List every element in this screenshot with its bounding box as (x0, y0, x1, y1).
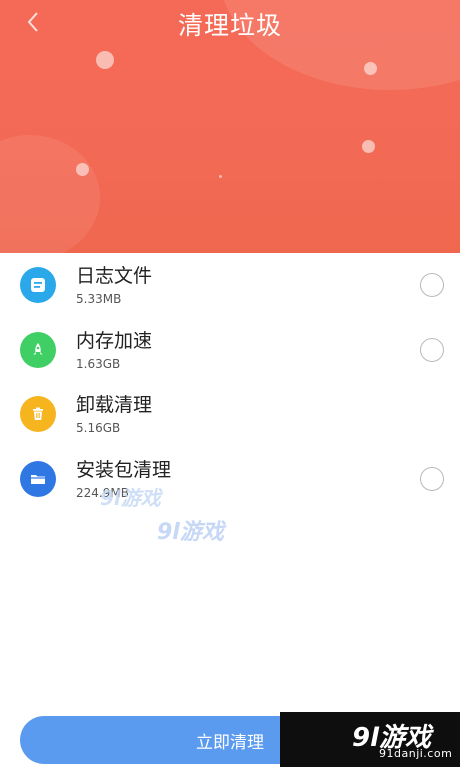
item-name: 安装包清理 (76, 458, 172, 481)
decorative-dot (96, 51, 114, 69)
watermark: 9l游戏 (100, 486, 161, 510)
watermark-logo-url: 91danji.com (379, 747, 453, 760)
header-banner: 清理垃圾 (0, 0, 460, 253)
item-size: 1.63GB (76, 356, 121, 371)
document-icon (20, 267, 56, 303)
decorative-dot (362, 140, 375, 153)
list-item-uninstall-cleanup[interactable]: 卸载清理 5.16GB (0, 382, 460, 447)
list-item-log-files[interactable]: 日志文件 5.33MB (0, 253, 460, 318)
list-item-memory-boost[interactable]: 内存加速 1.63GB (0, 318, 460, 383)
watermark: 9l游戏 (157, 520, 224, 545)
list-item-apk-cleanup[interactable]: 安装包清理 224.9MB (0, 447, 460, 512)
trash-icon (20, 396, 56, 432)
decorative-dot (364, 62, 377, 75)
rocket-icon (20, 331, 56, 368)
item-name: 卸载清理 (76, 394, 153, 416)
select-radio[interactable] (420, 273, 444, 297)
item-size: 5.16GB (76, 421, 121, 435)
select-radio[interactable] (420, 337, 444, 362)
page-title: 清理垃圾 (177, 11, 282, 40)
item-name: 日志文件 (76, 265, 153, 287)
folder-icon (20, 460, 56, 497)
decorative-dot (76, 163, 89, 176)
decorative-circle (0, 135, 100, 253)
select-radio[interactable] (420, 466, 444, 491)
item-size: 5.33MB (76, 292, 122, 306)
cleanup-list: 日志文件 5.33MB 内存加速 1.63GB 卸载清理 5.16GB 安装包清… (0, 253, 460, 511)
decorative-dot (219, 175, 222, 178)
item-name: 内存加速 (76, 329, 153, 352)
watermark-logo: 9l游戏 91danji.com (280, 712, 460, 767)
